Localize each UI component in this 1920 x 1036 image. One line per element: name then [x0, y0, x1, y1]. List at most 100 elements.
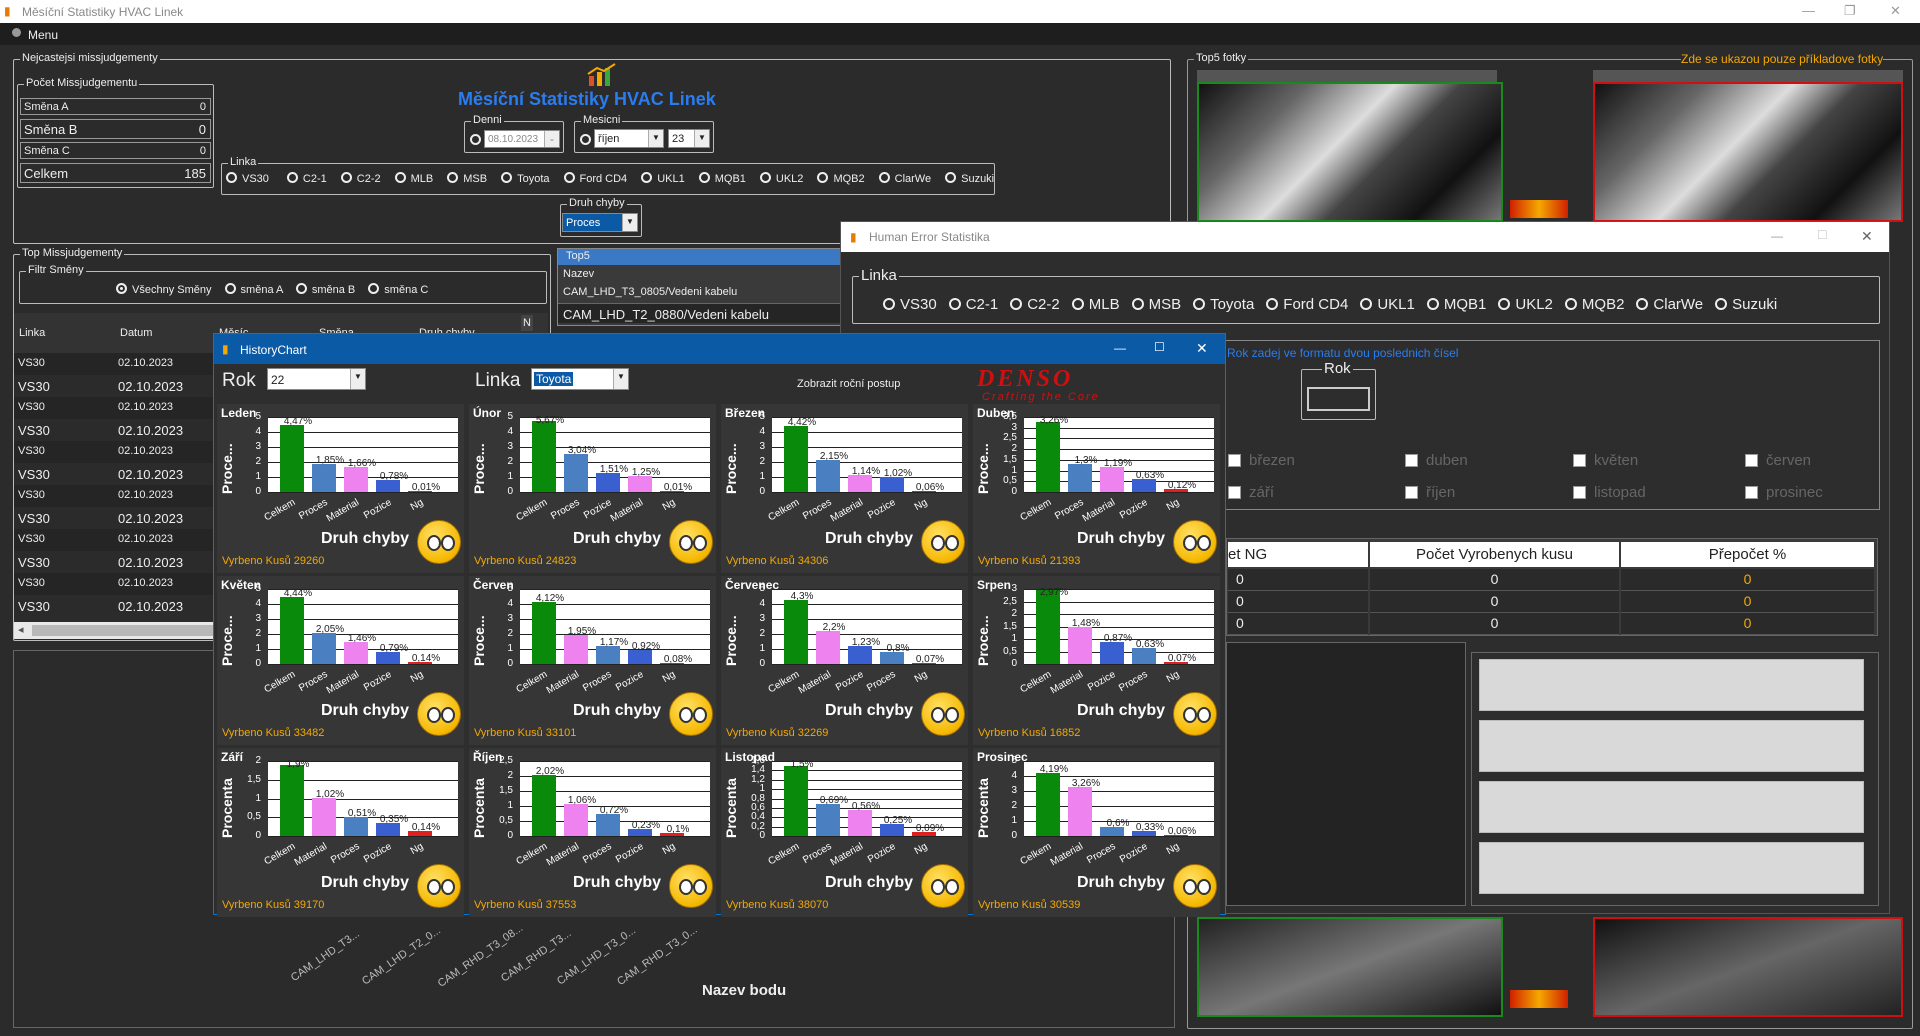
- denni-radio[interactable]: [470, 134, 481, 145]
- chart-bar: [564, 634, 588, 664]
- scroll-thumb[interactable]: [32, 625, 232, 636]
- chevron-down-icon[interactable]: ▼: [613, 369, 628, 389]
- y-tick-label: 3: [507, 441, 513, 452]
- y-tick-label: 4: [1011, 770, 1017, 781]
- he-linka-radio-ukl2[interactable]: UKL2: [1498, 296, 1553, 313]
- month-checkbox[interactable]: listopad: [1573, 484, 1646, 501]
- linka-radio-ukl1[interactable]: UKL1: [641, 172, 685, 185]
- scroll-left-icon[interactable]: ◂: [18, 623, 24, 636]
- bar-data-label: 2,15%: [819, 450, 849, 462]
- menu-item[interactable]: Menu: [28, 28, 58, 42]
- he-button-4[interactable]: [1479, 842, 1864, 894]
- minimize-icon[interactable]: —: [1771, 229, 1783, 243]
- maximize-icon[interactable]: ☐: [1817, 228, 1828, 242]
- y-tick-label: 3: [759, 613, 765, 624]
- linka-radio-toyota[interactable]: Toyota: [501, 172, 550, 185]
- he-button-3[interactable]: [1479, 781, 1864, 833]
- month-label: prosinec: [1766, 484, 1823, 501]
- linka-radio-mqb2[interactable]: MQB2: [817, 172, 865, 185]
- linka-value: Toyota: [534, 372, 574, 386]
- linka-radio-ukl2[interactable]: UKL2: [759, 172, 803, 185]
- x-category-label: Ng: [660, 497, 678, 513]
- x-category-label: Pozice: [362, 669, 394, 694]
- fire-logo-icon: [1510, 200, 1568, 218]
- col-linka[interactable]: Linka: [19, 327, 45, 339]
- he-linka-radio-toyota[interactable]: Toyota: [1193, 296, 1254, 313]
- x-category-label: Pozice: [866, 841, 898, 866]
- mesicni-year-select[interactable]: 23 ▼: [668, 129, 710, 148]
- month-checkbox[interactable]: září: [1228, 484, 1274, 501]
- linka-radio-c2-1[interactable]: C2-1: [286, 172, 327, 185]
- radio-icon: [948, 298, 961, 310]
- filtr-legend: Filtr Směny: [26, 264, 86, 276]
- radio-icon: [883, 298, 895, 310]
- maximize-icon[interactable]: ☐: [1154, 340, 1165, 354]
- he-button-1[interactable]: [1479, 659, 1864, 711]
- restore-icon[interactable]: ❐: [1844, 3, 1856, 19]
- linka-radio-c2-2[interactable]: C2-2: [340, 172, 381, 185]
- chevron-down-icon[interactable]: ▼: [622, 214, 637, 231]
- filtr-all[interactable]: Všechny Směny: [116, 283, 211, 296]
- minimize-icon[interactable]: —: [1114, 341, 1126, 355]
- he-linka-radio-mqb1[interactable]: MQB1: [1426, 296, 1487, 313]
- close-icon[interactable]: ✕: [1861, 228, 1873, 245]
- vyrobeno-prefix: Vyrbeno Kusů: [978, 727, 1047, 739]
- druh-select[interactable]: Proces ▼: [562, 213, 638, 232]
- filtr-b[interactable]: směna B: [295, 283, 355, 296]
- month-checkbox[interactable]: březen: [1228, 452, 1295, 469]
- close-icon[interactable]: ✕: [1196, 340, 1208, 357]
- chart-bar: [312, 633, 336, 664]
- linka-radio-suzuki[interactable]: Suzuki: [945, 172, 994, 185]
- he-button-2[interactable]: [1479, 720, 1864, 772]
- linka-radio-mqb1[interactable]: MQB1: [698, 172, 746, 185]
- chevron-down-icon[interactable]: ▼: [648, 130, 663, 147]
- he-linka-radio-suzuki[interactable]: Suzuki: [1715, 296, 1777, 313]
- close-icon[interactable]: ✕: [1890, 3, 1901, 19]
- he-linka-radio-ukl1[interactable]: UKL1: [1360, 296, 1415, 313]
- col-datum[interactable]: Datum: [120, 327, 152, 339]
- linka-select[interactable]: Toyota ▼: [531, 368, 629, 390]
- top5-item-1[interactable]: CAM_LHD_T3_0805/Vedeni kabelu: [563, 286, 737, 298]
- filtr-c[interactable]: směna C: [368, 283, 428, 296]
- he-linka-radio-c2-2[interactable]: C2-2: [1010, 296, 1060, 313]
- linka-radio-msb[interactable]: MSB: [447, 172, 487, 185]
- he-linka-radio-ford-cd4[interactable]: Ford CD4: [1266, 296, 1348, 313]
- he-linka-radio-mqb2[interactable]: MQB2: [1564, 296, 1624, 313]
- chart-bar: [1036, 773, 1060, 836]
- chevron-down-icon[interactable]: ▼: [350, 369, 365, 389]
- he-linka-radio-vs30[interactable]: VS30: [883, 296, 937, 313]
- chart-x-title: Druh chyby: [1077, 702, 1166, 719]
- mesicni-radio[interactable]: [580, 134, 591, 145]
- filtr-a[interactable]: směna A: [224, 283, 283, 296]
- linka-radio-vs30[interactable]: VS30: [226, 172, 269, 185]
- month-checkbox[interactable]: květen: [1573, 452, 1638, 469]
- linka-radio-ford-cd4[interactable]: Ford CD4: [563, 172, 627, 185]
- top5-item-2-row[interactable]: CAM_LHD_T2_0880/Vedeni kabelu: [558, 303, 842, 323]
- month-checkbox[interactable]: červen: [1745, 452, 1811, 469]
- x-category-label: Celkem: [262, 841, 298, 868]
- rok-select[interactable]: 22 ▼: [267, 368, 366, 390]
- linka-radio-clarwe[interactable]: ClarWe: [878, 172, 931, 185]
- zobrazit-link[interactable]: Zobrazit roční postup: [797, 378, 900, 390]
- calendar-dropdown-icon[interactable]: ⌄: [544, 131, 559, 147]
- vyrobeno-value: 33482: [293, 727, 325, 739]
- month-checkbox[interactable]: duben: [1405, 452, 1468, 469]
- chevron-down-icon[interactable]: ▼: [694, 130, 709, 147]
- minimize-icon[interactable]: —: [1802, 3, 1815, 18]
- month-checkbox[interactable]: prosinec: [1745, 484, 1823, 501]
- linka-radio-mlb[interactable]: MLB: [394, 172, 433, 185]
- col-n[interactable]: N: [521, 315, 533, 331]
- denni-date-picker[interactable]: 08.10.2023 ⌄: [484, 130, 560, 148]
- he-linka-radio-c2-1[interactable]: C2-1: [948, 296, 998, 313]
- he-linka-radio-mlb[interactable]: MLB: [1071, 296, 1120, 313]
- mesicni-month-select[interactable]: říjen ▼: [594, 129, 664, 148]
- vyrobeno-value: 29260: [293, 555, 325, 567]
- gridline: [520, 836, 710, 837]
- chart-y-title: Procenta: [471, 778, 487, 838]
- he-linka-label: MQB1: [1443, 296, 1487, 313]
- he-rok-input[interactable]: [1307, 387, 1370, 411]
- he-cell: 0: [1370, 591, 1619, 613]
- he-linka-radio-msb[interactable]: MSB: [1131, 296, 1181, 313]
- he-linka-radio-clarwe[interactable]: ClarWe: [1636, 296, 1703, 313]
- month-checkbox[interactable]: říjen: [1405, 484, 1455, 501]
